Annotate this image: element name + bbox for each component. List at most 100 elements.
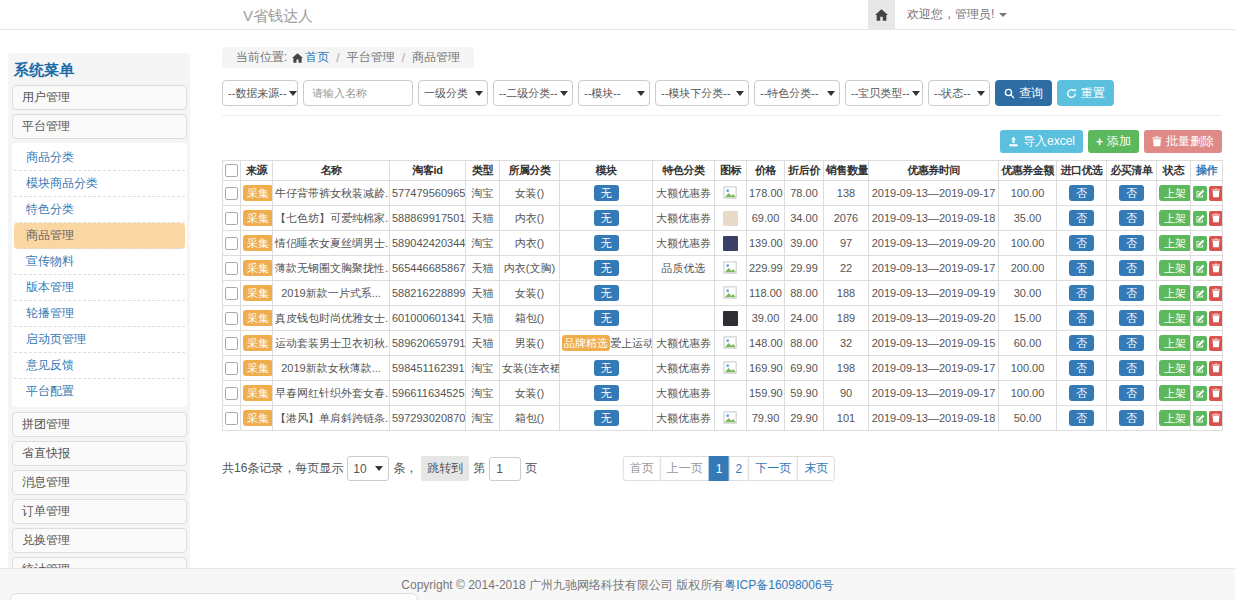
select-all-checkbox[interactable] <box>225 164 238 177</box>
icp-link[interactable]: 粤ICP备16098006号 <box>724 578 833 592</box>
status-badge[interactable]: 上架 <box>1159 360 1191 376</box>
sidebar-subitem-5[interactable]: 版本管理 <box>14 275 185 301</box>
user-menu[interactable]: 欢迎您，管理员! <box>895 0 1007 29</box>
sidebar-subitem-6[interactable]: 轮播管理 <box>14 301 185 327</box>
row-checkbox[interactable] <box>225 187 238 200</box>
must-buy-badge[interactable]: 否 <box>1119 385 1144 401</box>
imported-badge[interactable]: 否 <box>1069 285 1094 301</box>
status-badge[interactable]: 上架 <box>1159 285 1191 301</box>
breadcrumb-home-link[interactable]: 首页 <box>305 49 329 66</box>
sidebar-item-2[interactable]: 拼团管理 <box>12 412 187 437</box>
pager-button-1[interactable]: 1 <box>709 456 730 481</box>
imported-badge[interactable]: 否 <box>1069 310 1094 326</box>
edit-button[interactable] <box>1193 386 1207 401</box>
edit-button[interactable] <box>1193 336 1207 351</box>
filter-select-2[interactable]: --二级分类-- <box>493 80 573 106</box>
imported-badge[interactable]: 否 <box>1069 210 1094 226</box>
pager-button-上一页[interactable]: 上一页 <box>660 456 710 481</box>
imported-badge[interactable]: 否 <box>1069 260 1094 276</box>
sidebar-item-3[interactable]: 省直快报 <box>12 441 187 466</box>
home-icon-button[interactable] <box>868 0 895 29</box>
row-checkbox[interactable] <box>225 287 238 300</box>
pager-button-末页[interactable]: 末页 <box>797 456 835 481</box>
edit-button[interactable] <box>1193 361 1207 376</box>
imported-badge[interactable]: 否 <box>1069 185 1094 201</box>
imported-badge[interactable]: 否 <box>1069 235 1094 251</box>
status-badge[interactable]: 上架 <box>1159 185 1191 201</box>
row-checkbox[interactable] <box>225 387 238 400</box>
row-checkbox[interactable] <box>225 237 238 250</box>
filter-select-3[interactable]: --模块-- <box>578 80 650 106</box>
pager-button-2[interactable]: 2 <box>729 456 750 481</box>
jump-button[interactable]: 跳转到 <box>421 456 469 481</box>
status-badge[interactable]: 上架 <box>1159 210 1191 226</box>
edit-button[interactable] <box>1193 186 1207 201</box>
filter-select-6[interactable]: --宝贝类型-- <box>845 80 923 106</box>
jump-page-input[interactable] <box>489 457 521 481</box>
status-badge[interactable]: 上架 <box>1159 410 1191 426</box>
must-buy-badge[interactable]: 否 <box>1119 260 1144 276</box>
imported-badge[interactable]: 否 <box>1069 335 1094 351</box>
sidebar-item-1[interactable]: 平台管理 <box>12 114 187 139</box>
imported-badge[interactable]: 否 <box>1069 360 1094 376</box>
pager-button-首页[interactable]: 首页 <box>623 456 661 481</box>
delete-button[interactable] <box>1209 236 1223 251</box>
delete-button[interactable] <box>1209 411 1223 426</box>
bulk-delete-button[interactable]: 批量删除 <box>1144 130 1222 153</box>
delete-button[interactable] <box>1209 361 1223 376</box>
delete-button[interactable] <box>1209 311 1223 326</box>
status-badge[interactable]: 上架 <box>1159 310 1191 326</box>
sidebar-item-4[interactable]: 消息管理 <box>12 470 187 495</box>
must-buy-badge[interactable]: 否 <box>1119 310 1144 326</box>
delete-button[interactable] <box>1209 386 1223 401</box>
must-buy-badge[interactable]: 否 <box>1119 235 1144 251</box>
status-badge[interactable]: 上架 <box>1159 385 1191 401</box>
sidebar-subitem-2[interactable]: 特色分类 <box>14 197 185 223</box>
edit-button[interactable] <box>1193 311 1207 326</box>
row-checkbox[interactable] <box>225 262 238 275</box>
edit-button[interactable] <box>1193 286 1207 301</box>
must-buy-badge[interactable]: 否 <box>1119 360 1144 376</box>
sidebar-subitem-7[interactable]: 启动页管理 <box>14 327 185 353</box>
row-checkbox[interactable] <box>225 312 238 325</box>
sidebar-item-7[interactable]: 统计管理 <box>12 557 187 568</box>
search-button[interactable]: 查询 <box>995 80 1052 106</box>
name-search-input[interactable] <box>303 80 413 106</box>
row-checkbox[interactable] <box>225 212 238 225</box>
status-badge[interactable]: 上架 <box>1159 335 1191 351</box>
delete-button[interactable] <box>1209 336 1223 351</box>
must-buy-badge[interactable]: 否 <box>1119 410 1144 426</box>
reset-button[interactable]: 重置 <box>1057 80 1114 106</box>
sidebar-subitem-8[interactable]: 意见反馈 <box>14 353 185 379</box>
sidebar-subitem-4[interactable]: 宣传物料 <box>14 249 185 275</box>
sidebar-subitem-3[interactable]: 商品管理 <box>14 223 185 249</box>
imported-badge[interactable]: 否 <box>1069 410 1094 426</box>
sidebar-item-0[interactable]: 用户管理 <box>12 85 187 110</box>
sidebar-item-6[interactable]: 兑换管理 <box>12 528 187 553</box>
edit-button[interactable] <box>1193 236 1207 251</box>
per-page-select[interactable]: 10 <box>347 456 389 481</box>
row-checkbox[interactable] <box>225 412 238 425</box>
row-checkbox[interactable] <box>225 337 238 350</box>
delete-button[interactable] <box>1209 186 1223 201</box>
imported-badge[interactable]: 否 <box>1069 385 1094 401</box>
edit-button[interactable] <box>1193 211 1207 226</box>
filter-select-5[interactable]: --特色分类-- <box>754 80 840 106</box>
delete-button[interactable] <box>1209 286 1223 301</box>
row-checkbox[interactable] <box>225 362 238 375</box>
filter-select-4[interactable]: --模块下分类-- <box>655 80 749 106</box>
edit-button[interactable] <box>1193 261 1207 276</box>
filter-select-1[interactable]: 一级分类 <box>418 80 488 106</box>
must-buy-badge[interactable]: 否 <box>1119 210 1144 226</box>
must-buy-badge[interactable]: 否 <box>1119 185 1144 201</box>
sidebar-subitem-1[interactable]: 模块商品分类 <box>14 171 185 197</box>
pager-button-下一页[interactable]: 下一页 <box>748 456 798 481</box>
edit-button[interactable] <box>1193 411 1207 426</box>
status-badge[interactable]: 上架 <box>1159 260 1191 276</box>
sidebar-subitem-9[interactable]: 平台配置 <box>14 379 185 405</box>
delete-button[interactable] <box>1209 261 1223 276</box>
filter-select-0[interactable]: --数据来源-- <box>222 80 298 106</box>
import-excel-button[interactable]: 导入excel <box>1000 130 1083 153</box>
add-button[interactable]: + 添加 <box>1088 130 1139 153</box>
must-buy-badge[interactable]: 否 <box>1119 285 1144 301</box>
